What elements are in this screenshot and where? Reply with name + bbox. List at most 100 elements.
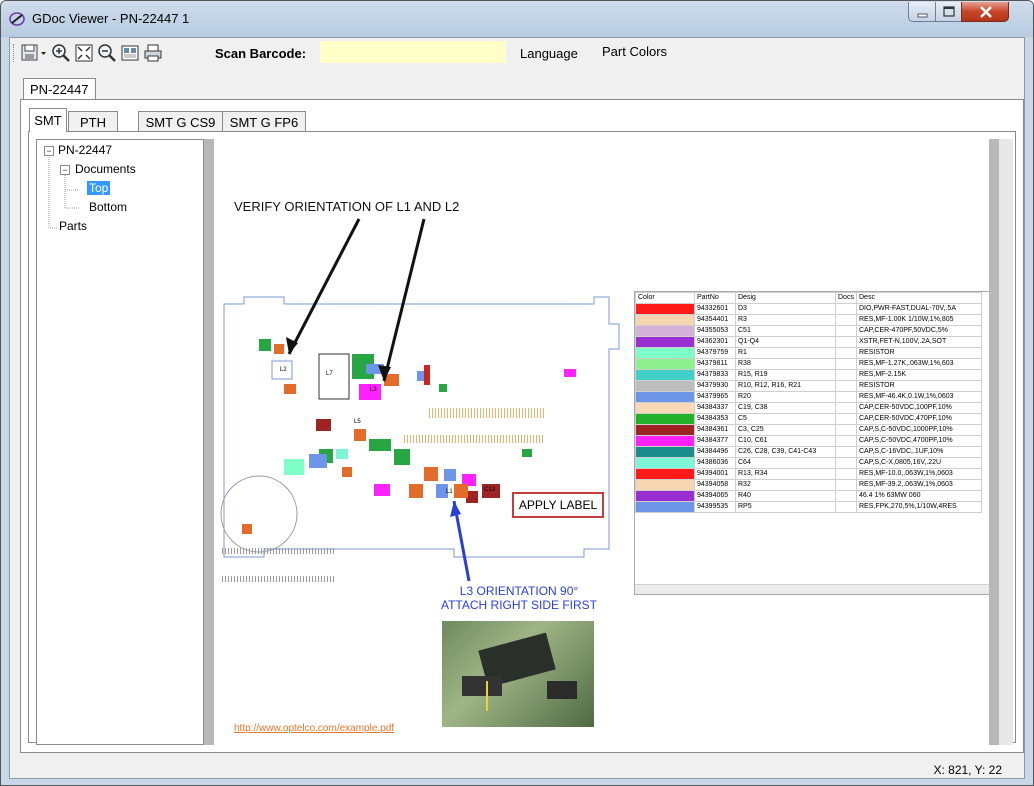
bom-header-partno[interactable]: PartNo [694, 292, 736, 304]
bom-desc: CAP,CER-50VDC,100PF,10% [856, 402, 982, 414]
bom-row[interactable]: 94379930 R10, R12, R16, R21 RESISTOR [635, 380, 982, 392]
bom-docs [835, 490, 857, 502]
tab-pn-22447[interactable]: PN-22447 [23, 78, 96, 100]
bom-row[interactable]: 94384496 C26, C28, C39, C41-C43 CAP,S,C-16… [635, 446, 982, 458]
bom-partno: 94384337 [694, 402, 736, 414]
bom-row[interactable]: 94384361 C3, C25 CAP,S,C-50VDC,1000PF,10% [635, 424, 982, 436]
bom-docs [835, 468, 857, 480]
language-menu[interactable]: Language [520, 46, 578, 61]
bom-table[interactable]: Color PartNo Desig Docs Desc 94332601 D3 D… [634, 291, 989, 595]
bom-row[interactable]: 94379759 R1 RESISTOR [635, 347, 982, 359]
bom-partno: 94362301 [694, 336, 736, 348]
bom-desig: R1 [735, 347, 836, 359]
toolbar-grip[interactable] [13, 44, 17, 62]
bom-desig: R10, R12, R16, R21 [735, 380, 836, 392]
bom-docs [835, 501, 857, 513]
bom-desc: RES,MF-1.27K,.063W,1%,603 [856, 358, 982, 370]
bom-color-swatch [635, 424, 695, 436]
tab-pth[interactable]: PTH [68, 111, 118, 131]
tree-node-root[interactable]: PN-22447 [58, 143, 112, 157]
bom-row[interactable]: 94384353 C5 CAP,CER-50VDC,470PF,10% [635, 413, 982, 425]
bom-desc: RES,MF-2.15K [856, 369, 982, 381]
bom-color-swatch [635, 336, 695, 348]
viewer-vertical-scrollbar[interactable] [999, 139, 1013, 745]
save-dropdown-icon[interactable] [20, 43, 48, 63]
document-tree[interactable]: − PN-22447 − Documents Top Bottom Parts [36, 139, 204, 745]
apply-label-box: APPLY LABEL [512, 492, 604, 518]
bom-row[interactable]: 94394001 R13, R34 RES,MF-10.0,.063W,1%,060… [635, 468, 982, 480]
bom-partno: 94384361 [694, 424, 736, 436]
bom-row[interactable]: 94399535 RP5 RES,FPK,270,5%,1/10W,4RES [635, 501, 982, 513]
close-button[interactable] [961, 2, 1009, 22]
bom-desc: DIO,PWR-FAST,DUAL-70V,.5A [856, 303, 982, 315]
bom-partno: 94379811 [694, 358, 736, 370]
bom-desc: CAP,S,C-50VDC,4700PF,10% [856, 435, 982, 447]
bom-row[interactable]: 94386036 C64 CAP,S,C-X,0805,16V,.22U [635, 457, 982, 469]
minimize-button[interactable] [908, 2, 936, 22]
document-page[interactable]: VERIFY ORIENTATION OF L1 AND L2 L2 L7 L3… [214, 139, 989, 745]
zoom-in-icon[interactable] [51, 43, 71, 63]
bom-row[interactable]: 94384337 C19, C38 CAP,CER-50VDC,100PF,10% [635, 402, 982, 414]
bom-row[interactable]: 94379965 R20 RES,MF-46.4K,0.1W,1%,0603 [635, 391, 982, 403]
print-icon[interactable] [143, 43, 163, 63]
bom-row[interactable]: 94379811 R38 RES,MF-1.27K,.063W,1%,603 [635, 358, 982, 370]
fit-page-icon[interactable] [74, 43, 94, 63]
bom-header-desig[interactable]: Desig [735, 292, 836, 304]
bom-header-docs[interactable]: Docs [835, 292, 857, 304]
tree-node-parts[interactable]: Parts [59, 219, 87, 233]
bom-docs [835, 435, 857, 447]
l3-line-1: L3 ORIENTATION 90° [459, 584, 579, 598]
bom-color-swatch [635, 468, 695, 480]
app-logo-icon [9, 12, 25, 26]
bom-partno: 94384496 [694, 446, 736, 458]
bom-desig: RP5 [735, 501, 836, 513]
bom-desc: XSTR,FET-N,100V,.2A,SOT [856, 336, 982, 348]
bom-row[interactable]: 94354401 R3 RES,MF-1.00K 1/10W,1%,805 [635, 314, 982, 326]
tab-smt-g-fp6[interactable]: SMT G FP6 [222, 111, 306, 131]
board-label: C13 [484, 487, 496, 493]
bom-partno: 94379833 [694, 369, 736, 381]
document-link[interactable]: http://www.optelco.com/example.pdf [234, 723, 394, 734]
bom-horizontal-scrollbar[interactable] [635, 584, 989, 594]
bom-partno: 94379759 [694, 347, 736, 359]
tree-node-top[interactable]: Top [87, 181, 111, 195]
board-label: L5 [354, 419, 361, 425]
tree-node-documents[interactable]: Documents [75, 162, 136, 176]
part-colors-menu[interactable]: Part Colors [602, 44, 667, 59]
bom-color-swatch [635, 501, 695, 513]
l3-orientation-note: L3 ORIENTATION 90° ATTACH RIGHT SIDE FIR… [414, 584, 624, 612]
tab-smt[interactable]: SMT [29, 108, 67, 132]
bom-desc: 46.4 1% 63MW 060 [856, 490, 982, 502]
bom-row[interactable]: 94362301 Q1-Q4 XSTR,FET-N,100V,.2A,SOT [635, 336, 982, 348]
scan-barcode-input[interactable] [320, 41, 506, 63]
bom-row[interactable]: 94394065 R40 46.4 1% 63MW 060 [635, 490, 982, 502]
bom-row[interactable]: 94332601 D3 DIO,PWR-FAST,DUAL-70V,.5A [635, 303, 982, 315]
collapse-icon[interactable]: − [44, 146, 54, 156]
bom-desc: RES,MF-46.4K,0.1W,1%,0603 [856, 391, 982, 403]
bom-docs [835, 347, 857, 359]
l3-line-2: ATTACH RIGHT SIDE FIRST [440, 598, 597, 612]
bom-row[interactable]: 94355053 C51 CAP,CER-470PF,50VDC,5% [635, 325, 982, 337]
bom-color-swatch [635, 457, 695, 469]
tree-node-bottom[interactable]: Bottom [89, 200, 127, 214]
bom-partno: 94394001 [694, 468, 736, 480]
bom-row[interactable]: 94379833 R15, R19 RES,MF-2.15K [635, 369, 982, 381]
bom-partno: 94384353 [694, 413, 736, 425]
bom-header-desc[interactable]: Desc [856, 292, 982, 304]
tab-smt-g-cs9[interactable]: SMT G CS9 [138, 111, 223, 131]
maximize-button[interactable] [935, 2, 962, 22]
bom-row[interactable]: 94384377 C10, C61 CAP,S,C-50VDC,4700PF,10% [635, 435, 982, 447]
photo-detail [462, 632, 577, 711]
board-label: L1 [446, 489, 453, 495]
title-bar[interactable]: GDoc Viewer - PN-22447 1 [1, 1, 1033, 37]
bom-docs [835, 380, 857, 392]
bom-row[interactable]: 94394058 R32 RES,MF-39.2,.063W,1%,0603 [635, 479, 982, 491]
zoom-out-icon[interactable] [97, 43, 117, 63]
bom-desc: CAP,S,C-X,0805,16V,.22U [856, 457, 982, 469]
thumbnail-icon[interactable] [120, 43, 140, 63]
collapse-icon[interactable]: − [60, 165, 70, 175]
bom-header-color[interactable]: Color [635, 292, 695, 304]
bom-partno: 94394058 [694, 479, 736, 491]
minimize-icon [917, 13, 928, 18]
bom-desig: C3, C25 [735, 424, 836, 436]
